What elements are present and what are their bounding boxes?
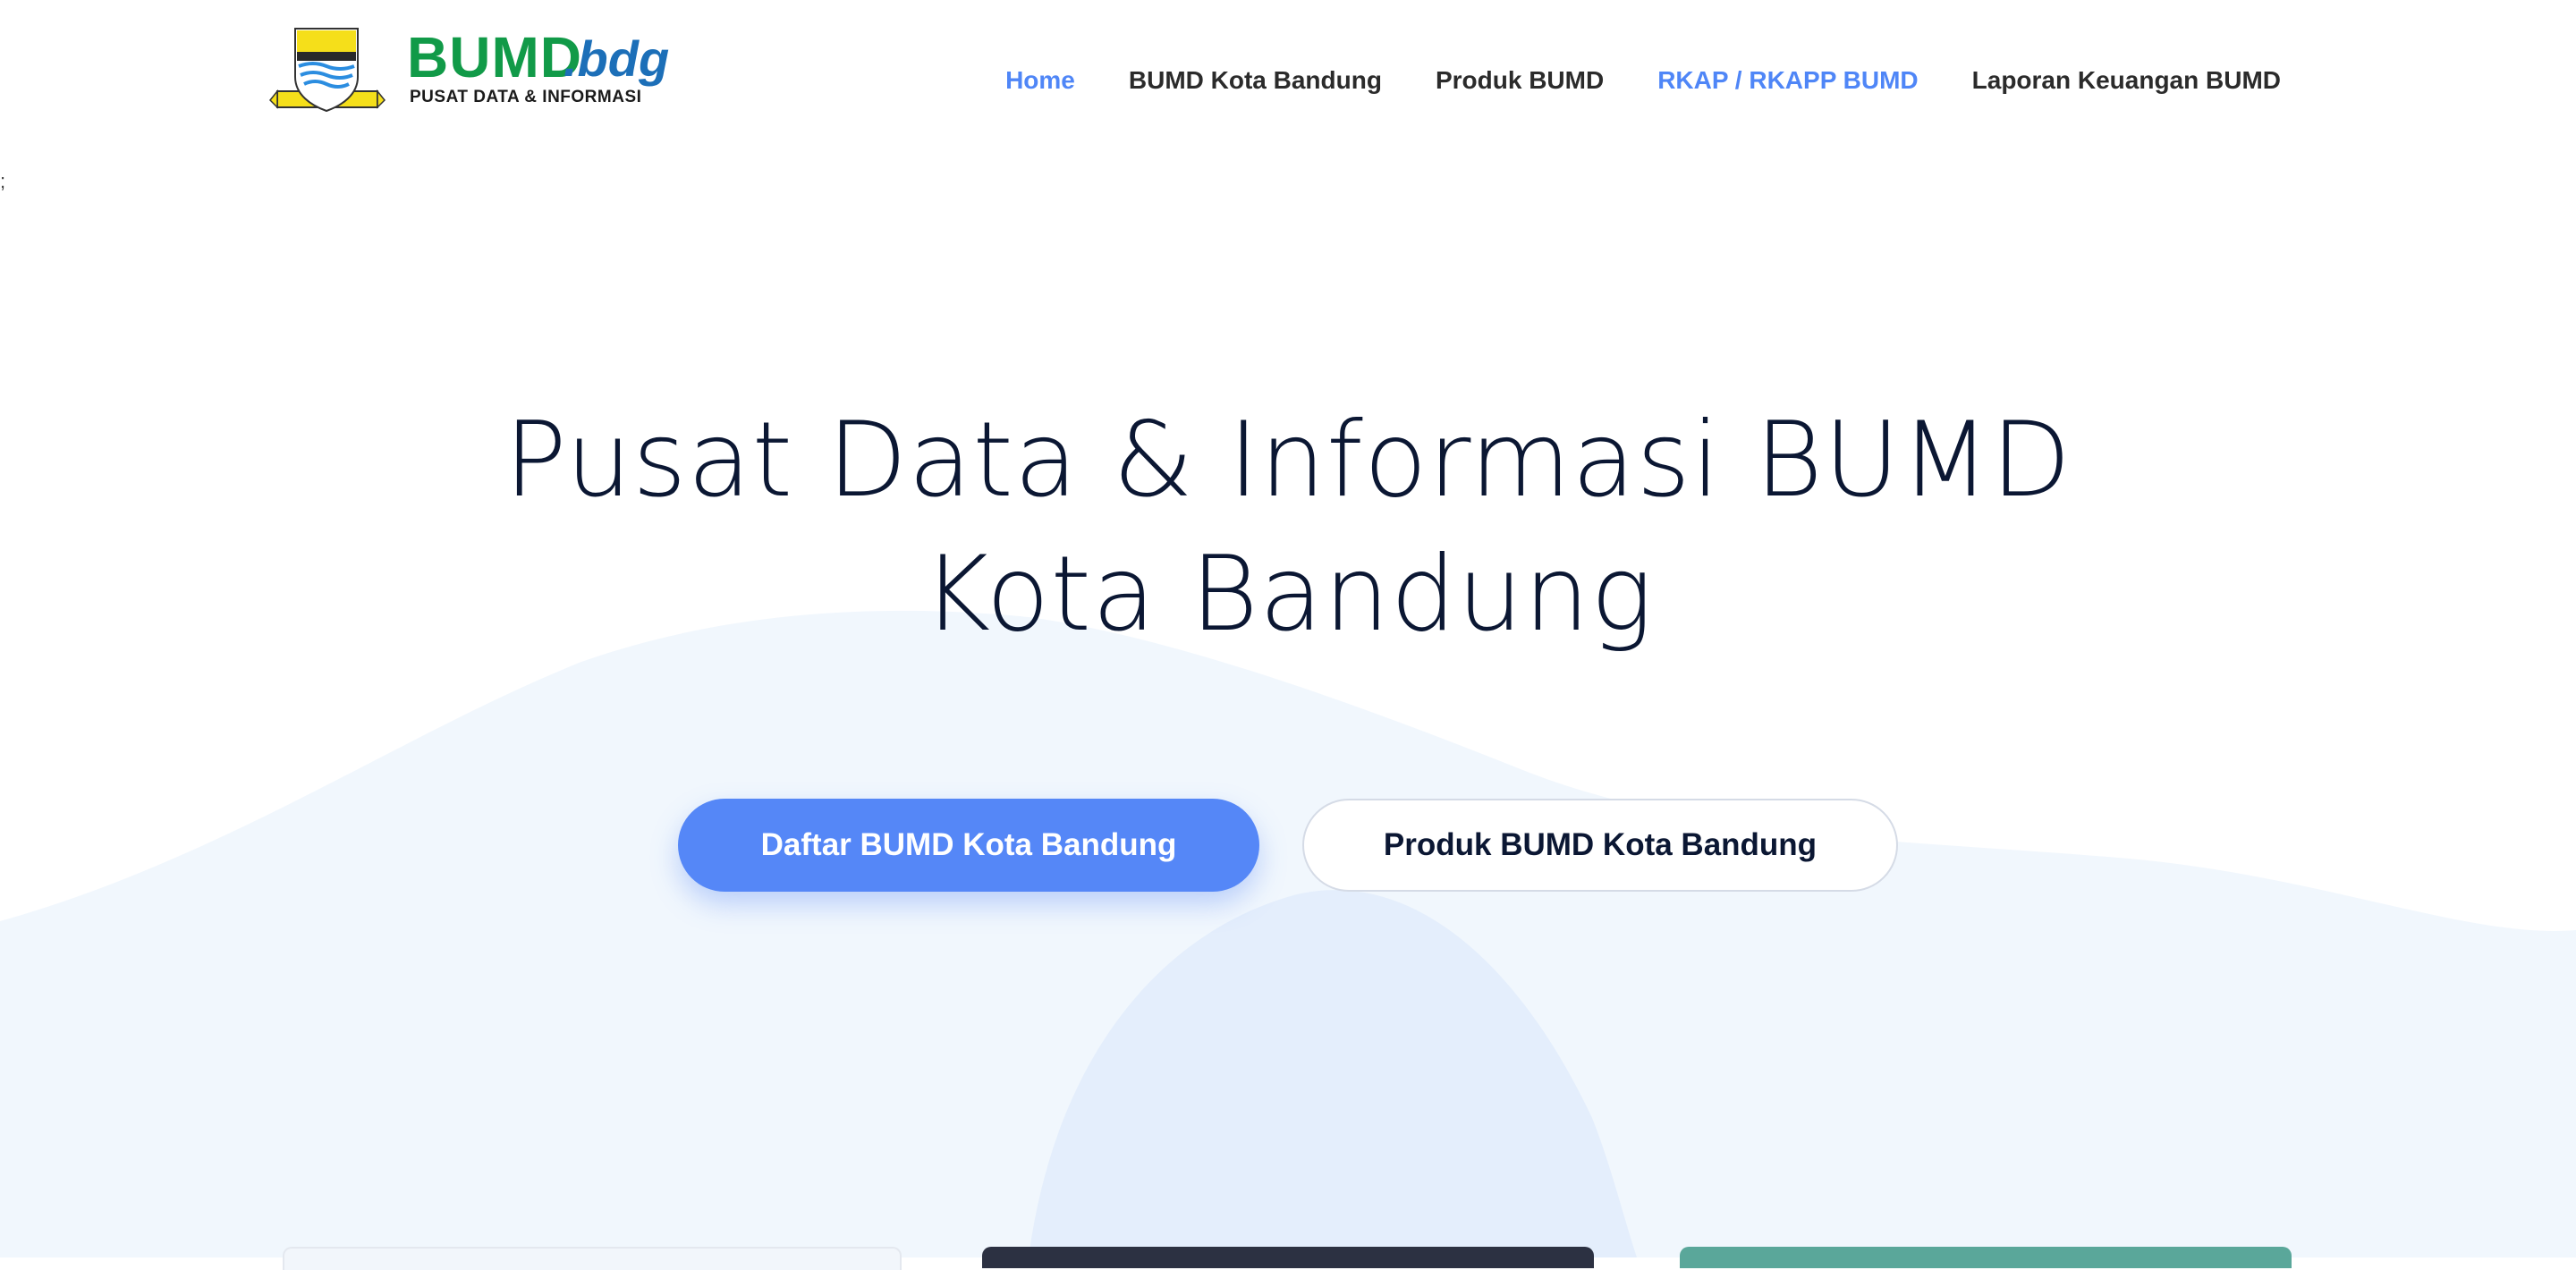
nav-item-produk-bumd[interactable]: Produk BUMD — [1436, 63, 1604, 98]
nav-item-bumd-kota-bandung[interactable]: BUMD Kota Bandung — [1129, 63, 1382, 98]
daftar-bumd-button[interactable]: Daftar BUMD Kota Bandung — [678, 799, 1259, 892]
main-nav: Home BUMD Kota Bandung Produk BUMD RKAP … — [952, 63, 2281, 98]
hero-title-line-1: Pusat Data & Informasi BUMD — [504, 400, 2072, 521]
hero-title: Pusat Data & Informasi BUMD Kota Bandung — [0, 394, 2576, 662]
logo-subtitle: PUSAT DATA & INFORMASI — [410, 88, 642, 106]
nav-item-laporan-keuangan[interactable]: Laporan Keuangan BUMD — [1972, 63, 2281, 98]
feature-card-1[interactable] — [283, 1247, 902, 1270]
nav-item-home[interactable]: Home — [1005, 63, 1075, 98]
hero-title-line-2: Kota Bandung — [922, 534, 1654, 655]
nav-item-rkap[interactable]: RKAP / RKAPP BUMD — [1657, 63, 1918, 98]
site-logo[interactable]: BUMD .bdg PUSAT DATA & INFORMASI — [268, 25, 671, 118]
stray-text: ; — [0, 170, 6, 192]
produk-bumd-button[interactable]: Produk BUMD Kota Bandung — [1302, 799, 1898, 892]
logo-brand-suffix: .bdg — [564, 30, 670, 87]
bandung-emblem-icon — [268, 28, 386, 113]
site-header: BUMD .bdg PUSAT DATA & INFORMASI Home BU… — [0, 0, 2576, 161]
feature-card-2[interactable] — [982, 1247, 1594, 1268]
logo-brand: BUMD — [407, 25, 582, 89]
feature-card-3[interactable] — [1680, 1247, 2292, 1268]
